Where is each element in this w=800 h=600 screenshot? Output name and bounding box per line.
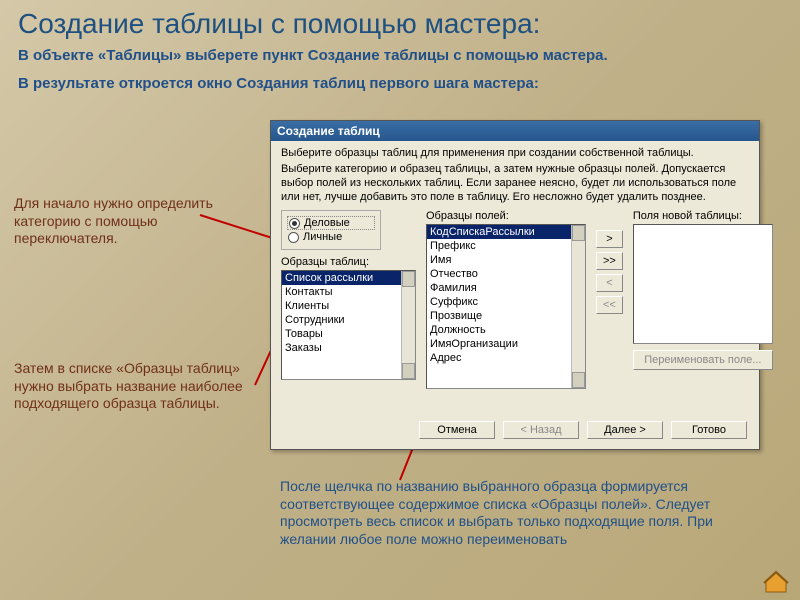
samples-label: Образцы таблиц: (281, 256, 416, 268)
list-item[interactable]: Список рассылки (282, 271, 415, 285)
back-button[interactable]: < Назад (503, 421, 579, 439)
fields-listbox[interactable]: КодСпискаРассылки Префикс Имя Отчество Ф… (426, 224, 586, 389)
next-button[interactable]: Далее > (587, 421, 663, 439)
radio-business[interactable]: Деловые (288, 217, 374, 229)
list-item[interactable]: КодСпискаРассылки (427, 225, 585, 239)
intro-paragraph-1: В объекте «Таблицы» выберете пункт Созда… (0, 42, 800, 70)
category-group: Деловые Личные (281, 210, 381, 250)
samples-listbox[interactable]: Список рассылки Контакты Клиенты Сотрудн… (281, 270, 416, 380)
list-item[interactable]: ИмяОрганизации (427, 337, 585, 351)
intro-paragraph-2: В результате откроется окно Создания таб… (0, 70, 800, 98)
rename-field-button[interactable]: Переименовать поле... (633, 350, 773, 370)
radio-personal[interactable]: Личные (288, 231, 374, 243)
list-item[interactable]: Адрес (427, 351, 585, 365)
list-item[interactable]: Заказы (282, 341, 415, 355)
list-item[interactable]: Клиенты (282, 299, 415, 313)
list-item[interactable]: Должность (427, 323, 585, 337)
list-item[interactable]: Фамилия (427, 281, 585, 295)
add-field-button[interactable]: > (596, 230, 623, 248)
scrollbar[interactable] (571, 225, 585, 388)
dialog-intro-1: Выберите образцы таблиц для применения п… (281, 147, 749, 159)
annotation-fields: После щелчка по названию выбранного обра… (280, 478, 730, 548)
list-item[interactable]: Товары (282, 327, 415, 341)
annotation-category: Для начало нужно определить категорию с … (14, 195, 224, 248)
remove-all-fields-button[interactable]: << (596, 296, 623, 314)
new-fields-listbox[interactable] (633, 224, 773, 344)
fields-label: Образцы полей: (426, 210, 586, 222)
remove-field-button[interactable]: < (596, 274, 623, 292)
list-item[interactable]: Отчество (427, 267, 585, 281)
radio-business-label: Деловые (304, 217, 350, 229)
radio-personal-label: Личные (303, 231, 342, 243)
radio-dot-on-icon (289, 218, 300, 229)
list-item[interactable]: Префикс (427, 239, 585, 253)
annotation-samples: Затем в списке «Образцы таблиц» нужно вы… (14, 360, 264, 413)
wizard-dialog: Создание таблиц Выберите образцы таблиц … (270, 120, 760, 450)
dialog-intro-2: Выберите категорию и образец таблицы, а … (281, 163, 749, 204)
cancel-button[interactable]: Отмена (419, 421, 495, 439)
add-all-fields-button[interactable]: >> (596, 252, 623, 270)
home-icon[interactable] (762, 570, 790, 594)
scrollbar[interactable] (401, 271, 415, 379)
list-item[interactable]: Имя (427, 253, 585, 267)
list-item[interactable]: Суффикс (427, 295, 585, 309)
list-item[interactable]: Прозвище (427, 309, 585, 323)
radio-dot-off-icon (288, 232, 299, 243)
new-fields-label: Поля новой таблицы: (633, 210, 773, 222)
finish-button[interactable]: Готово (671, 421, 747, 439)
list-item[interactable]: Сотрудники (282, 313, 415, 327)
list-item[interactable]: Контакты (282, 285, 415, 299)
slide-title: Создание таблицы с помощью мастера: (0, 0, 800, 42)
dialog-title: Создание таблиц (271, 121, 759, 141)
